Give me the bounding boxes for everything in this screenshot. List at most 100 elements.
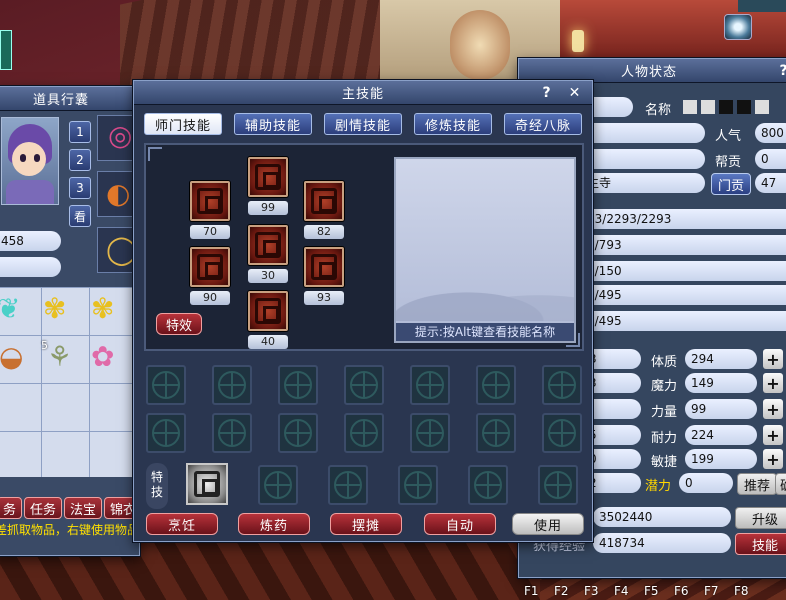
skill-button[interactable]: 技能 (735, 533, 786, 555)
add-end-button[interactable]: + (763, 425, 783, 445)
use-button[interactable]: 使用 (512, 513, 584, 535)
skill-level-right-1: 82 (304, 225, 344, 239)
skill-icon-bottom[interactable] (248, 291, 288, 331)
add-con-button[interactable]: + (763, 349, 783, 369)
avatar-eye (34, 154, 40, 162)
fkey-7[interactable]: F7 (704, 584, 725, 600)
special-skill-icon[interactable] (186, 463, 228, 505)
bag-tab-partial[interactable]: 务 (0, 497, 23, 519)
bag-item-grid[interactable]: ❦ ✾ ✾ ◒ 5 ⚘ ✿ (0, 287, 141, 477)
ring-icon: ◎ (108, 119, 133, 152)
confirm-button[interactable]: 确 (775, 473, 786, 495)
skill-window: 主技能 ? ✕ 师门技能 辅助技能 剧情技能 修炼技能 奇经八脉 99 70 8… (133, 80, 593, 542)
fan-icon: ◐ (106, 177, 131, 210)
tab-sect-skills[interactable]: 师门技能 (144, 113, 222, 135)
special-skill-slot[interactable] (398, 465, 438, 505)
fkey-1[interactable]: F1 (524, 584, 545, 600)
guild-contrib-label: 帮贡 (715, 155, 742, 170)
fkey-5[interactable]: F5 (644, 584, 665, 600)
name-label: 名称 (645, 103, 672, 118)
skill-slot[interactable] (410, 413, 450, 453)
alchemy-button[interactable]: 炼药 (238, 513, 310, 535)
skill-close-button[interactable]: ✕ (566, 84, 584, 102)
fkey-3[interactable]: F3 (584, 584, 605, 600)
mask-icon[interactable]: ✾ (43, 295, 66, 323)
bowl-icon[interactable]: ◒ (0, 343, 23, 371)
attr-value-mag: 149 (685, 373, 757, 393)
skill-slot[interactable] (410, 365, 450, 405)
bag-page-1-button[interactable]: 1 (69, 121, 91, 143)
fan-feather-icon[interactable]: ❦ (0, 295, 20, 323)
fkey-6[interactable]: F6 (674, 584, 695, 600)
tab-cultivation-skills[interactable]: 修炼技能 (414, 113, 492, 135)
skill-tree-panel: 99 70 82 30 90 93 40 提示:按Alt键查看技能名称 特效 (144, 143, 584, 351)
name-value-blurred (683, 97, 783, 117)
auto-button[interactable]: 自动 (424, 513, 496, 535)
skill-slot[interactable] (542, 413, 582, 453)
upgrade-button[interactable]: 升级 (735, 507, 786, 529)
tab-assist-skills[interactable]: 辅助技能 (234, 113, 312, 135)
special-skill-slot[interactable] (258, 465, 298, 505)
candy-icon[interactable]: ✿ (91, 343, 114, 371)
fkey-2[interactable]: F2 (554, 584, 575, 600)
skill-rune-icon (311, 254, 337, 280)
skill-info-tip: 提示:按Alt键查看技能名称 (396, 323, 574, 341)
special-skill-slot[interactable] (468, 465, 508, 505)
recommend-button[interactable]: 推荐 (737, 473, 778, 495)
skill-slot[interactable] (146, 365, 186, 405)
skill-slot[interactable] (146, 413, 186, 453)
skill-help-button[interactable]: ? (538, 84, 556, 102)
bag-page-2-button[interactable]: 2 (69, 149, 91, 171)
bag-tabs: 务 任务 法宝 锦衣 (0, 497, 143, 523)
bag-page-3-button[interactable]: 3 (69, 177, 91, 199)
lantern (450, 10, 510, 80)
skill-icon-left-1[interactable] (190, 181, 230, 221)
bag-view-button[interactable]: 看 (69, 205, 91, 227)
skill-icon-left-2[interactable] (190, 247, 230, 287)
skill-level-top: 99 (248, 201, 288, 215)
cook-button[interactable]: 烹饪 (146, 513, 218, 535)
add-mag-button[interactable]: + (763, 373, 783, 393)
minimap-edge[interactable] (0, 30, 12, 70)
effect-button[interactable]: 特效 (156, 313, 202, 335)
bag-tip: 差抓取物品，右键使用物品 (0, 523, 140, 537)
status-title-text: 人物状态 (620, 65, 677, 80)
add-str-button[interactable]: + (763, 399, 783, 419)
skill-slot[interactable] (476, 365, 516, 405)
special-skill-slot[interactable] (538, 465, 578, 505)
tab-story-skills[interactable]: 剧情技能 (324, 113, 402, 135)
skill-rune-icon (197, 188, 223, 214)
landscape-decoration (396, 281, 574, 321)
status-help-button[interactable]: ? (775, 62, 786, 80)
skill-icon-right-2[interactable] (304, 247, 344, 287)
add-agi-button[interactable]: + (763, 449, 783, 469)
skill-slot[interactable] (278, 413, 318, 453)
skill-icon-center[interactable] (248, 225, 288, 265)
stall-button[interactable]: 摆摊 (330, 513, 402, 535)
skill-icon-right-1[interactable] (304, 181, 344, 221)
storage-field (0, 257, 61, 277)
bag-tab-quest[interactable]: 任务 (24, 497, 63, 519)
sect-contrib-button[interactable]: 门贡 (711, 173, 752, 195)
skill-slot[interactable] (212, 365, 252, 405)
guild-contrib-value: 0 (755, 149, 786, 169)
bag-tab-treasure[interactable]: 法宝 (64, 497, 103, 519)
skill-icon-top[interactable] (248, 157, 288, 197)
fkey-4[interactable]: F4 (614, 584, 635, 600)
skill-slot[interactable] (476, 413, 516, 453)
skill-slot[interactable] (344, 413, 384, 453)
skill-slot[interactable] (278, 365, 318, 405)
tab-meridians[interactable]: 奇经八脉 (504, 113, 582, 135)
skill-slot[interactable] (542, 365, 582, 405)
special-skill-slot[interactable] (328, 465, 368, 505)
fkey-8[interactable]: F8 (734, 584, 755, 600)
attr-label-agi: 敏捷 (651, 455, 678, 470)
mask-icon-2[interactable]: ✾ (91, 295, 114, 323)
item-bag-title: 道具行囊 (0, 87, 139, 111)
skill-slot[interactable] (212, 413, 252, 453)
skill-title-text: 主技能 (341, 87, 384, 102)
skill-slot[interactable] (344, 365, 384, 405)
branch-icon[interactable]: ⚘ (47, 343, 72, 371)
popularity-label: 人气 (715, 129, 742, 144)
buff-icon[interactable] (724, 14, 752, 40)
